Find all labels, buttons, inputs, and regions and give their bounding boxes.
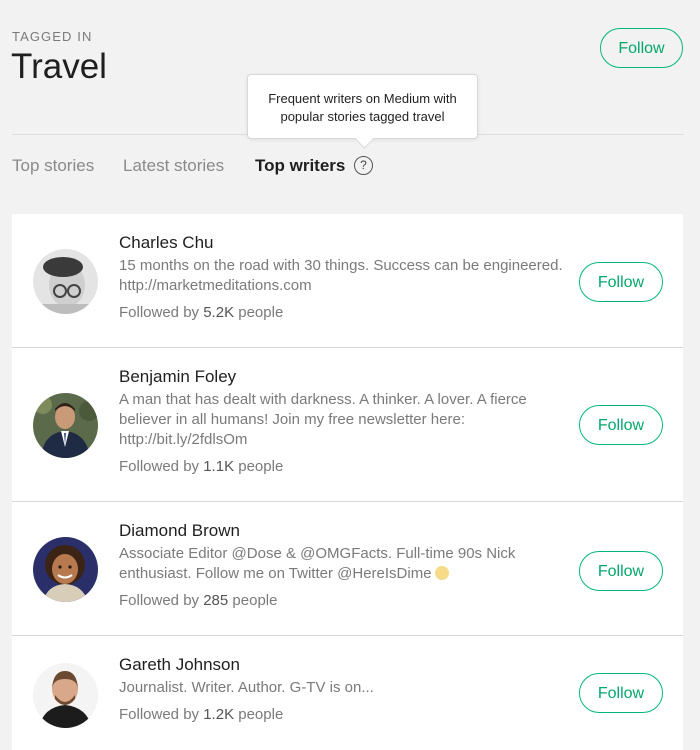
- followed-by-suffix: people: [238, 706, 284, 723]
- avatar[interactable]: [33, 537, 98, 602]
- follow-writer-button[interactable]: Follow: [579, 673, 663, 713]
- avatar[interactable]: [33, 393, 98, 458]
- writer-card: Gareth Johnson Journalist. Writer. Autho…: [12, 636, 683, 750]
- writer-name[interactable]: Diamond Brown: [119, 521, 240, 541]
- page-title: Travel: [11, 47, 107, 86]
- follower-count: 1.2K: [203, 706, 235, 723]
- writer-name[interactable]: Benjamin Foley: [119, 367, 236, 387]
- writer-card: Charles Chu 15 months on the road with 3…: [12, 214, 683, 348]
- avatar-image: [33, 393, 98, 458]
- writer-bio: A man that has dealt with darkness. A th…: [119, 391, 527, 448]
- writer-bio: 15 months on the road with 30 things. Su…: [119, 257, 563, 294]
- follow-writer-button[interactable]: Follow: [579, 551, 663, 591]
- followed-by-prefix: Followed by: [119, 458, 200, 475]
- avatar-image: [33, 663, 98, 728]
- writer-followers: Followed by 1.2K people: [119, 706, 283, 723]
- follow-writer-button[interactable]: Follow: [579, 405, 663, 445]
- avatar-image: [33, 249, 98, 314]
- tooltip-text-line-2: popular stories tagged travel: [280, 109, 445, 124]
- tab-top-writers[interactable]: Top writers: [255, 156, 345, 176]
- writer-bio: Associate Editor @Dose & @OMGFacts. Full…: [119, 544, 564, 584]
- follower-count: 1.1K: [203, 458, 235, 475]
- tab-latest-stories[interactable]: Latest stories: [123, 156, 224, 176]
- writer-card: Diamond Brown Associate Editor @Dose & @…: [12, 502, 683, 636]
- tab-top-stories[interactable]: Top stories: [12, 156, 94, 176]
- tooltip-text-line-1: Frequent writers on Medium with: [268, 91, 457, 106]
- followed-by-prefix: Followed by: [119, 592, 200, 609]
- followed-by-prefix: Followed by: [119, 304, 200, 321]
- writer-card: Benjamin Foley A man that has dealt with…: [12, 348, 683, 502]
- tagged-in-label: TAGGED IN: [12, 29, 93, 44]
- writer-followers: Followed by 285 people: [119, 592, 277, 609]
- writer-followers: Followed by 1.1K people: [119, 458, 283, 475]
- writer-followers: Followed by 5.2K people: [119, 304, 283, 321]
- avatar[interactable]: [33, 249, 98, 314]
- follow-tag-button[interactable]: Follow: [600, 28, 683, 68]
- writer-bio: Journalist. Writer. Author. G-TV is on..…: [119, 679, 374, 696]
- followed-by-prefix: Followed by: [119, 706, 200, 723]
- avatar[interactable]: [33, 663, 98, 728]
- follower-count: 5.2K: [203, 304, 235, 321]
- follower-count: 285: [203, 592, 229, 609]
- followed-by-suffix: people: [238, 304, 284, 321]
- help-circle-icon[interactable]: ?: [354, 156, 373, 175]
- top-writers-tooltip: Frequent writers on Medium with popular …: [247, 74, 478, 139]
- writer-name[interactable]: Charles Chu: [119, 233, 214, 253]
- smiley-emoji-icon: [434, 566, 449, 580]
- writer-name[interactable]: Gareth Johnson: [119, 655, 240, 675]
- writer-bio-text: Associate Editor @Dose & @OMGFacts. Full…: [119, 545, 516, 582]
- follow-writer-button[interactable]: Follow: [579, 262, 663, 302]
- followed-by-suffix: people: [232, 592, 278, 609]
- avatar-image: [33, 537, 98, 602]
- followed-by-suffix: people: [238, 458, 284, 475]
